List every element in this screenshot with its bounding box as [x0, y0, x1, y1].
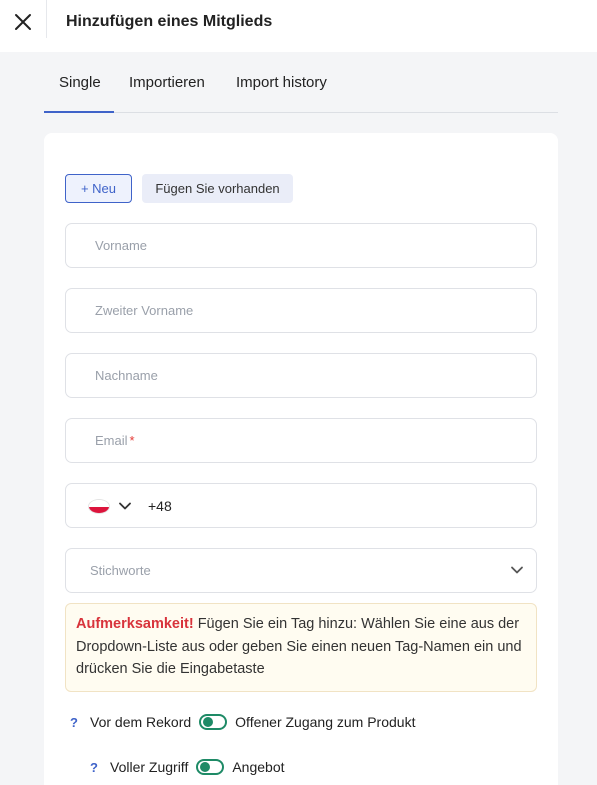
- phone-field[interactable]: +48: [65, 483, 537, 528]
- add-existing-button[interactable]: Fügen Sie vorhanden: [142, 174, 293, 203]
- toggle-label: Angebot: [232, 759, 285, 775]
- first-name-placeholder: Vorname: [95, 238, 148, 253]
- last-name-placeholder: Nachname: [95, 368, 158, 383]
- option-label: Voller Zugriff: [110, 759, 189, 775]
- toggle-knob: [200, 762, 211, 772]
- tags-placeholder: Stichworte: [90, 563, 151, 578]
- poland-flag-icon[interactable]: [88, 499, 110, 514]
- phone-country-code: +48: [148, 498, 172, 514]
- open-access-toggle[interactable]: [199, 714, 228, 730]
- tag-hint-alert: Aufmerksamkeit! Fügen Sie ein Tag hinzu:…: [65, 603, 537, 692]
- tab-bar: Single Importieren Import history: [44, 52, 558, 113]
- close-button[interactable]: [0, 0, 46, 44]
- page-title: Hinzufügen eines Mitglieds: [66, 13, 273, 30]
- chevron-down-icon[interactable]: [118, 499, 132, 513]
- help-icon[interactable]: ?: [70, 715, 90, 730]
- email-field[interactable]: Email *: [65, 418, 537, 463]
- tab-import-history[interactable]: Import history: [236, 74, 327, 92]
- offer-toggle[interactable]: [196, 759, 225, 775]
- chevron-down-icon: [511, 566, 523, 574]
- option-label: Vor dem Rekord: [90, 714, 192, 730]
- access-option-row: ? Vor dem Rekord Offener Zugang zum Prod…: [70, 714, 415, 730]
- middle-name-field[interactable]: Zweiter Vorname: [65, 288, 537, 333]
- email-placeholder: Email *: [95, 433, 135, 448]
- help-icon[interactable]: ?: [90, 760, 110, 775]
- toggle-knob: [203, 717, 214, 727]
- first-name-field[interactable]: Vorname: [65, 223, 537, 268]
- last-name-field[interactable]: Nachname: [65, 353, 537, 398]
- middle-name-placeholder: Zweiter Vorname: [95, 303, 194, 318]
- header-divider: [46, 0, 47, 38]
- member-form-card: + Neu Fügen Sie vorhanden Vorname Zweite…: [44, 133, 558, 785]
- full-access-option-row: ? Voller Zugriff Angebot: [90, 759, 285, 775]
- new-member-button[interactable]: + Neu: [65, 174, 132, 203]
- active-tab-indicator: [44, 111, 114, 113]
- tags-select[interactable]: Stichworte: [65, 548, 537, 593]
- toggle-label: Offener Zugang zum Produkt: [235, 714, 416, 730]
- dialog-header: Hinzufügen eines Mitglieds: [0, 0, 597, 52]
- tab-importieren[interactable]: Importieren: [129, 74, 205, 92]
- close-icon: [15, 14, 31, 30]
- tab-single[interactable]: Single: [59, 74, 101, 92]
- alert-title: Aufmerksamkeit!: [76, 616, 194, 632]
- required-mark: *: [129, 433, 135, 448]
